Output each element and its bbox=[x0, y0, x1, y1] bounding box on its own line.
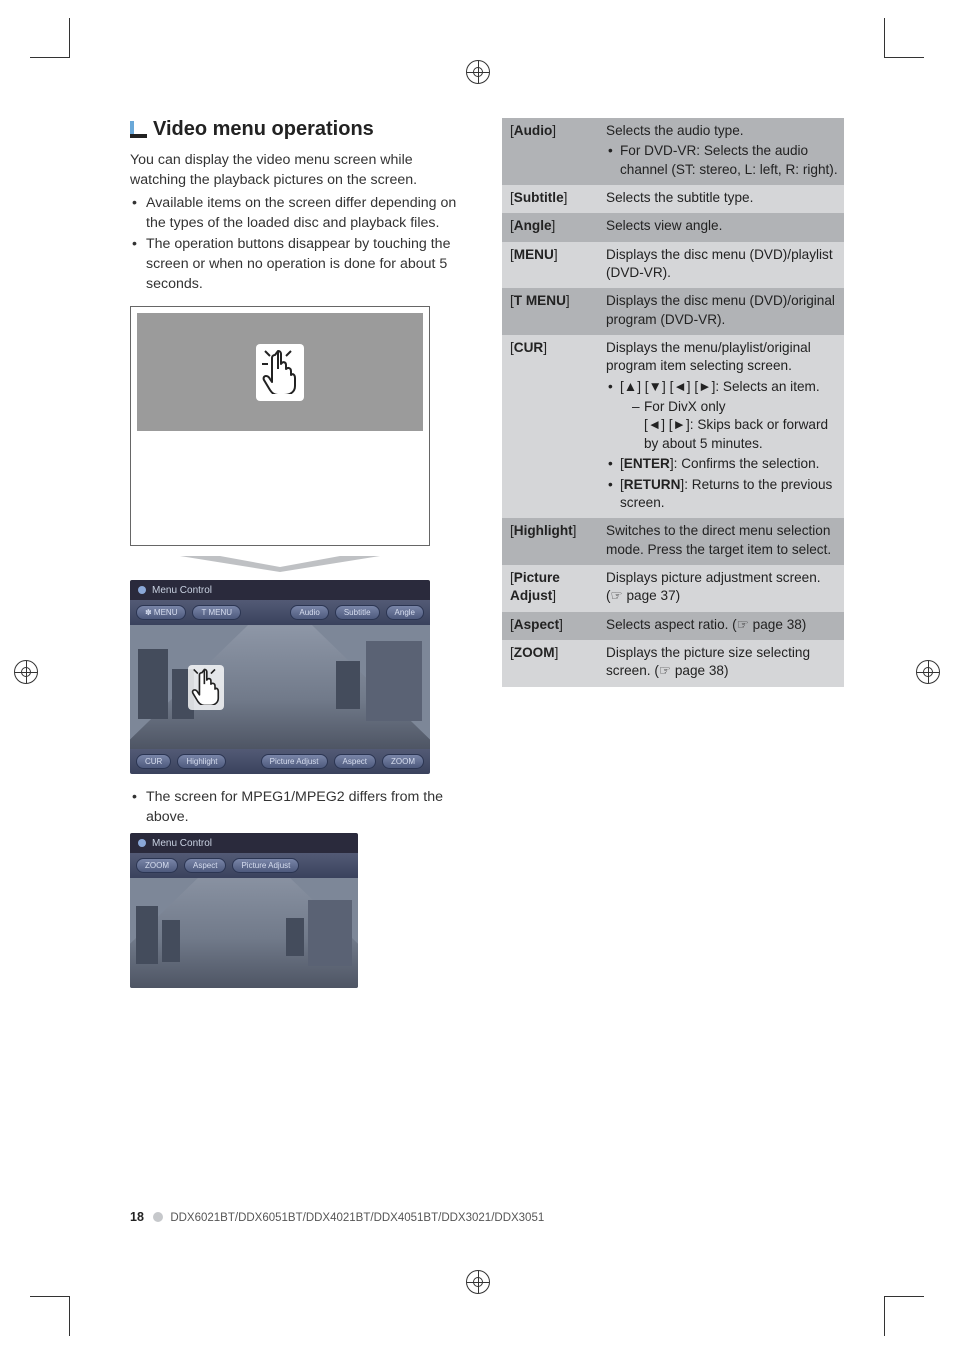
wrench-icon bbox=[136, 837, 148, 849]
picture-adjust-chip: Picture Adjust bbox=[261, 754, 328, 769]
table-desc-cell: Selects the audio type.For DVD-VR: Selec… bbox=[598, 118, 844, 185]
registration-mark bbox=[916, 660, 940, 684]
table-label-cell: [Aspect] bbox=[502, 612, 598, 640]
table-desc-cell: Switches to the direct menu selection mo… bbox=[598, 518, 844, 565]
table-desc-cell: Selects the subtitle type. bbox=[598, 185, 844, 213]
screenshot-top-toolbar: ZOOM Aspect Picture Adjust bbox=[130, 853, 358, 878]
table-desc-cell: Displays the picture size selecting scre… bbox=[598, 640, 844, 687]
table-label-cell: [CUR] bbox=[502, 335, 598, 518]
table-desc-cell: Displays the menu/playlist/original prog… bbox=[598, 335, 844, 518]
tmenu-chip: T MENU bbox=[192, 605, 241, 620]
footer-models: DDX6021BT/DDX6051BT/DDX4021BT/DDX4051BT/… bbox=[170, 1212, 544, 1224]
touch-illustration-box bbox=[130, 306, 430, 546]
footer-dot-icon bbox=[153, 1212, 163, 1222]
down-arrows-icon bbox=[130, 556, 430, 574]
zoom-chip: ZOOM bbox=[382, 754, 424, 769]
table-row: [Picture Adjust]Displays picture adjustm… bbox=[502, 565, 844, 612]
heading-bullet-icon bbox=[130, 121, 147, 138]
table-label-cell: [T MENU] bbox=[502, 288, 598, 335]
table-label-cell: [Picture Adjust] bbox=[502, 565, 598, 612]
video-menu-table: [Audio]Selects the audio type.For DVD-VR… bbox=[502, 118, 844, 687]
registration-mark bbox=[466, 60, 490, 84]
screenshot-title: Menu Control bbox=[152, 838, 212, 849]
screenshot-bottom-toolbar: CUR Highlight Picture Adjust Aspect ZOOM bbox=[130, 749, 430, 774]
table-row: [Aspect]Selects aspect ratio. (☞ page 38… bbox=[502, 612, 844, 640]
audio-chip: Audio bbox=[290, 605, 328, 620]
intro-paragraph: You can display the video menu screen wh… bbox=[130, 151, 472, 190]
section-heading: Video menu operations bbox=[130, 118, 472, 141]
zoom-chip: ZOOM bbox=[136, 858, 178, 873]
picture-adjust-chip: Picture Adjust bbox=[232, 858, 299, 873]
screenshot-titlebar: Menu Control bbox=[130, 833, 358, 853]
screenshot-titlebar: Menu Control bbox=[130, 580, 430, 600]
table-desc-cell: Displays the disc menu (DVD)/playlist (D… bbox=[598, 242, 844, 289]
table-label-cell: [Subtitle] bbox=[502, 185, 598, 213]
touch-illustration-bottom bbox=[131, 437, 429, 545]
table-desc-cell: Displays the disc menu (DVD)/original pr… bbox=[598, 288, 844, 335]
page-footer: 18 DDX6021BT/DDX6051BT/DDX4021BT/DDX4051… bbox=[130, 1210, 544, 1224]
table-row: [Subtitle]Selects the subtitle type. bbox=[502, 185, 844, 213]
table-label-cell: [MENU] bbox=[502, 242, 598, 289]
table-desc-cell: Displays picture adjustment screen. (☞ p… bbox=[598, 565, 844, 612]
table-label-cell: [Audio] bbox=[502, 118, 598, 185]
wrench-icon bbox=[136, 584, 148, 596]
table-desc-cell: Selects aspect ratio. (☞ page 38) bbox=[598, 612, 844, 640]
table-desc-cell: Selects view angle. bbox=[598, 213, 844, 241]
crop-mark bbox=[30, 1296, 70, 1336]
page-content: Video menu operations You can display th… bbox=[0, 0, 954, 1042]
heading-text: Video menu operations bbox=[153, 118, 374, 141]
screenshot-top-toolbar: ✽ MENU T MENU Audio Subtitle Angle bbox=[130, 600, 430, 625]
menu-control-screenshot: Menu Control ✽ MENU T MENU Audio Subtitl… bbox=[130, 580, 430, 774]
table-label-cell: [ZOOM] bbox=[502, 640, 598, 687]
touch-illustration-top bbox=[137, 313, 423, 431]
table-row: [MENU]Displays the disc menu (DVD)/playl… bbox=[502, 242, 844, 289]
crop-mark bbox=[30, 18, 70, 58]
table-row: [Angle]Selects view angle. bbox=[502, 213, 844, 241]
table-row: [T MENU]Displays the disc menu (DVD)/ori… bbox=[502, 288, 844, 335]
table-row: [Audio]Selects the audio type.For DVD-VR… bbox=[502, 118, 844, 185]
menu-chip: ✽ MENU bbox=[136, 605, 186, 620]
right-column: [Audio]Selects the audio type.For DVD-VR… bbox=[502, 118, 844, 1002]
table-row: [ZOOM]Displays the picture size selectin… bbox=[502, 640, 844, 687]
table-label-cell: [Angle] bbox=[502, 213, 598, 241]
crop-mark bbox=[884, 1296, 924, 1336]
crop-mark bbox=[884, 18, 924, 58]
aspect-chip: Aspect bbox=[184, 858, 226, 873]
angle-chip: Angle bbox=[386, 605, 424, 620]
cur-chip: CUR bbox=[136, 754, 171, 769]
intro-bullet-item: Available items on the screen differ dep… bbox=[132, 194, 472, 233]
highlight-chip: Highlight bbox=[177, 754, 226, 769]
screenshot-scene bbox=[130, 625, 430, 749]
table-row: [Highlight]Switches to the direct menu s… bbox=[502, 518, 844, 565]
hand-tap-icon bbox=[256, 344, 304, 401]
intro-bullet-item: The operation buttons disappear by touch… bbox=[132, 235, 472, 294]
mpeg-note-list: The screen for MPEG1/MPEG2 differs from … bbox=[130, 788, 472, 827]
left-column: Video menu operations You can display th… bbox=[130, 118, 472, 1002]
subtitle-chip: Subtitle bbox=[335, 605, 380, 620]
aspect-chip: Aspect bbox=[334, 754, 376, 769]
registration-mark bbox=[466, 1270, 490, 1294]
screenshot-title: Menu Control bbox=[152, 585, 212, 596]
intro-bullets: Available items on the screen differ dep… bbox=[130, 194, 472, 294]
registration-mark bbox=[14, 660, 38, 684]
screenshot-scene bbox=[130, 878, 358, 988]
page-number: 18 bbox=[130, 1210, 144, 1224]
table-row: [CUR]Displays the menu/playlist/original… bbox=[502, 335, 844, 518]
menu-control-screenshot-mpeg: Menu Control ZOOM Aspect Picture Adjust bbox=[130, 833, 358, 988]
mpeg-note: The screen for MPEG1/MPEG2 differs from … bbox=[132, 788, 472, 827]
table-label-cell: [Highlight] bbox=[502, 518, 598, 565]
hand-tap-icon bbox=[188, 665, 224, 710]
